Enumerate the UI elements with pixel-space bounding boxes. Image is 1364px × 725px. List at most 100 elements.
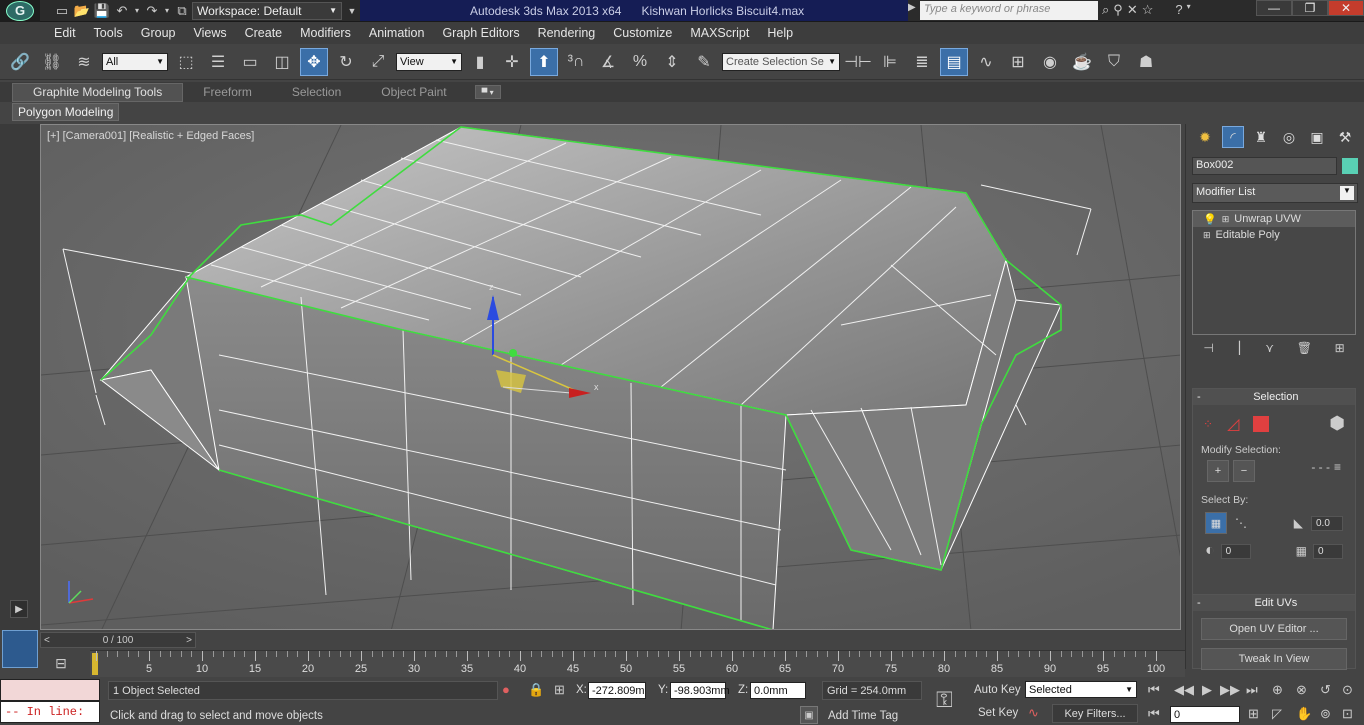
select-object-icon[interactable]: ⬚ <box>172 48 200 76</box>
previous-frame-icon[interactable]: ◀◀ <box>1174 682 1194 698</box>
menu-animation[interactable]: Animation <box>360 26 434 40</box>
open-uv-editor-button[interactable]: Open UV Editor ... <box>1201 618 1347 640</box>
render-production-icon[interactable]: ☗ <box>1132 48 1160 76</box>
select-by-edge-loop-icon[interactable]: ⋱ <box>1235 516 1247 530</box>
auto-key-button[interactable]: Auto Key <box>974 684 1021 696</box>
edit-named-selection-icon[interactable]: ✎ <box>690 48 718 76</box>
select-by-name-icon[interactable]: ☰ <box>204 48 232 76</box>
menu-group[interactable]: Group <box>132 26 185 40</box>
unlink-selection-icon[interactable]: ⛓ <box>38 48 66 76</box>
camera-viewport[interactable]: z x [+] [Camera001] [Realistic + Edged F… <box>40 124 1181 630</box>
track-bar[interactable]: 5 10 15 20 25 30 35 40 45 50 55 60 65 70 75 80 85 90 95 100 <box>90 650 1185 677</box>
schematic-view-icon[interactable]: ⊞ <box>1004 48 1032 76</box>
show-end-result-icon[interactable]: ⎮ <box>1236 341 1242 359</box>
selection-filter-dropdown[interactable]: All ▼ <box>102 52 168 71</box>
stack-item-unwrap-uvw[interactable]: 💡 ⊞ Unwrap UVW <box>1193 211 1355 227</box>
element-level-icon[interactable]: ⬢ <box>1329 413 1345 434</box>
menu-rendering[interactable]: Rendering <box>529 26 605 40</box>
y-coord-field[interactable]: -98.903mm <box>670 682 730 699</box>
select-and-link-icon[interactable]: 🔗 <box>6 48 34 76</box>
redo-icon[interactable]: ↷ <box>142 2 162 20</box>
title-expand-icon[interactable]: ▶ <box>908 2 916 13</box>
key-mode-dropdown[interactable]: Selected ▼ <box>1025 681 1137 698</box>
menu-graph-editors[interactable]: Graph Editors <box>433 26 528 40</box>
make-unique-icon[interactable]: ⋎ <box>1265 341 1274 359</box>
planar-angle-spinner[interactable]: 0.0 <box>1311 515 1343 531</box>
select-and-move-icon[interactable]: ✥ <box>300 47 328 76</box>
polygon-modeling-panel[interactable]: Polygon Modeling <box>12 103 120 121</box>
select-and-scale-icon[interactable]: ⤢ <box>364 48 392 76</box>
next-frame-icon[interactable]: ▶▶ <box>1220 682 1240 698</box>
select-by-element-icon[interactable]: ▦ <box>1205 512 1227 534</box>
z-coord-field[interactable]: 0.0mm <box>750 682 806 699</box>
time-slider[interactable]: < 0 / 100 > <box>40 632 196 648</box>
minimize-icon[interactable]: — <box>1256 0 1292 16</box>
isolate-selection-icon[interactable]: ● <box>502 682 510 697</box>
pin-stack-icon[interactable]: ⊣ <box>1203 341 1213 359</box>
loop-selection-icon[interactable]: - - - <box>1311 460 1330 482</box>
object-name-field[interactable]: Box002 <box>1192 157 1337 175</box>
key-icon[interactable]: ⚲ <box>1113 2 1123 18</box>
tab-freeform[interactable]: Freeform <box>183 83 272 102</box>
maximize-viewport-icon[interactable]: ⊡ <box>1342 706 1353 722</box>
layer-explorer-icon[interactable]: ⊟ <box>48 652 74 674</box>
time-config-icon[interactable]: ⊞ <box>1248 706 1259 722</box>
viewport-label[interactable]: [+] [Camera001] [Realistic + Edged Faces… <box>47 130 254 142</box>
maxscript-mini-listener[interactable]: -- In line: <box>0 679 100 725</box>
undo-icon[interactable]: ↶ <box>112 2 132 20</box>
window-crossing-icon[interactable]: ◫ <box>268 48 296 76</box>
pan-view-icon[interactable]: ✋ <box>1296 706 1312 722</box>
current-frame-marker[interactable] <box>92 653 98 675</box>
layer-manager-icon[interactable]: ≣ <box>908 48 936 76</box>
create-tab-icon[interactable]: ✹ <box>1194 126 1216 148</box>
zoom-extents-icon[interactable]: ⊙ <box>1342 682 1353 698</box>
rendered-frame-window-icon[interactable]: ⛉ <box>1100 48 1128 76</box>
new-file-icon[interactable]: ▭ <box>52 2 72 20</box>
object-color-swatch[interactable] <box>1342 158 1358 174</box>
mirror-icon[interactable]: ⊣⊢ <box>844 48 872 76</box>
open-file-icon[interactable]: 📂 <box>72 2 92 20</box>
select-by-grid-icon[interactable]: ▦ <box>1296 544 1307 558</box>
edge-level-icon[interactable]: ◿ <box>1227 414 1239 434</box>
material-editor-icon[interactable]: ◉ <box>1036 48 1064 76</box>
grid-spinner[interactable]: 0 <box>1313 543 1343 559</box>
help-icon[interactable]: ? <box>1175 2 1182 18</box>
close-icon[interactable]: ✕ <box>1328 0 1364 16</box>
reference-coordinate-dropdown[interactable]: View ▼ <box>396 52 462 71</box>
maxscript-input[interactable] <box>0 679 100 701</box>
workspace-dropdown[interactable]: Workspace: Default ▼ <box>192 1 342 20</box>
menu-views[interactable]: Views <box>184 26 235 40</box>
menu-tools[interactable]: Tools <box>85 26 132 40</box>
quick-access-dropdown-icon[interactable]: ▼ <box>342 2 362 20</box>
modifier-list-dropdown[interactable]: Modifier List ▼ <box>1192 183 1358 203</box>
zoom-icon[interactable]: ⊕ <box>1272 682 1283 698</box>
tweak-in-view-button[interactable]: Tweak In View <box>1201 648 1347 670</box>
ring-selection-icon[interactable]: ≡ <box>1334 460 1341 482</box>
zoom-all-icon[interactable]: ⊗ <box>1296 682 1307 698</box>
app-logo[interactable]: G <box>0 0 40 22</box>
menu-help[interactable]: Help <box>758 26 802 40</box>
time-tag-icon[interactable]: ▣ <box>800 706 818 724</box>
motion-tab-icon[interactable]: ◎ <box>1278 126 1300 148</box>
vertex-level-icon[interactable]: ⁘ <box>1203 417 1213 431</box>
mini-curve-editor-icon[interactable] <box>2 630 38 668</box>
select-by-paint-icon[interactable]: ◐ <box>1205 542 1215 560</box>
align-icon[interactable]: ⊫ <box>876 48 904 76</box>
key-filters-button[interactable]: Key Filters... <box>1052 704 1138 723</box>
field-of-view-icon[interactable]: ◸ <box>1272 706 1282 722</box>
select-and-rotate-icon[interactable]: ↻ <box>332 48 360 76</box>
render-setup-icon[interactable]: ☕ <box>1068 48 1096 76</box>
save-file-icon[interactable]: 💾 <box>92 2 112 20</box>
display-tab-icon[interactable]: ▣ <box>1306 126 1328 148</box>
snaps-toggle-icon[interactable]: ³∩ <box>562 48 590 76</box>
x-coord-field[interactable]: -272.809m <box>588 682 646 699</box>
undo-dropdown-icon[interactable]: ▾ <box>132 2 142 20</box>
angle-snap-icon[interactable]: ∡ <box>594 48 622 76</box>
graphite-toolbar-toggle-icon[interactable]: ▤ <box>940 47 968 76</box>
help-dropdown-icon[interactable]: ▾ <box>1187 2 1191 18</box>
ribbon-options-icon[interactable]: ▀ ▾ <box>474 85 501 99</box>
orbit-camera-icon[interactable]: ⊚ <box>1320 706 1331 722</box>
expand-viewport-icon[interactable]: ▶ <box>10 600 28 618</box>
stack-item-editable-poly[interactable]: ⊞ Editable Poly <box>1193 227 1355 243</box>
restore-icon[interactable]: ❐ <box>1292 0 1328 16</box>
